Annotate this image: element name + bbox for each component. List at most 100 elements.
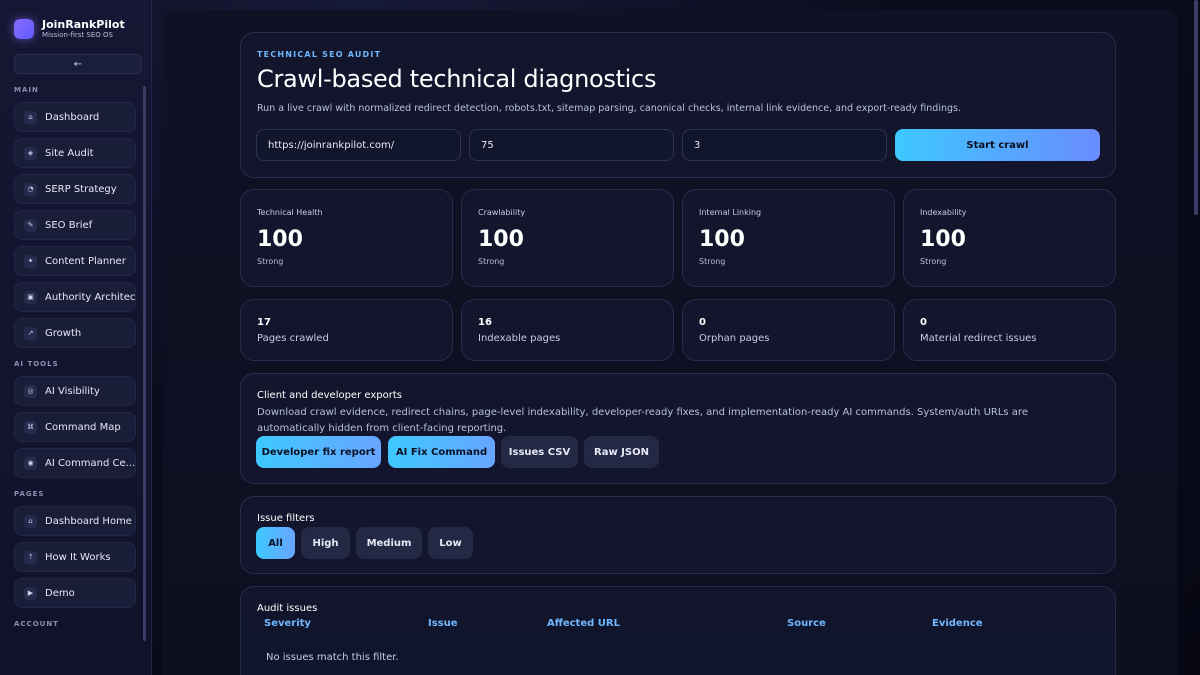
score-status: Strong bbox=[920, 257, 947, 266]
sidebar-item-label: Command Map bbox=[45, 421, 121, 433]
sidebar-item-label: AI Command Ce... bbox=[45, 457, 136, 469]
sidebar-item-label: Demo bbox=[45, 587, 75, 599]
score-status: Strong bbox=[478, 257, 505, 266]
nav-icon: ⌂ bbox=[24, 110, 37, 124]
sidebar-item-content-planner[interactable]: ✦ Content Planner bbox=[14, 246, 136, 276]
sidebar-item-command-map[interactable]: ⌘ Command Map bbox=[14, 412, 136, 442]
stat-value: 16 bbox=[478, 317, 492, 328]
stat-card: 17 Pages crawled bbox=[240, 299, 453, 361]
score-card: Crawlability 100 Strong bbox=[461, 189, 674, 287]
start-crawl-button[interactable]: Start crawl bbox=[895, 129, 1100, 161]
sidebar-item-label: SERP Strategy bbox=[45, 183, 117, 195]
column-header-evidence[interactable]: Evidence bbox=[932, 618, 983, 629]
page-title: Crawl-based technical diagnostics bbox=[257, 65, 657, 93]
sidebar-item-how-it-works[interactable]: ? How It Works bbox=[14, 542, 136, 572]
stat-value: 0 bbox=[920, 317, 927, 328]
column-header-affected-url[interactable]: Affected URL bbox=[547, 618, 620, 629]
filter-all-button[interactable]: All bbox=[256, 527, 295, 559]
score-value: 100 bbox=[699, 227, 745, 252]
nav-icon: ⌂ bbox=[24, 514, 37, 528]
stat-card: 0 Material redirect issues bbox=[903, 299, 1116, 361]
sidebar-item-ai-visibility[interactable]: ◎ AI Visibility bbox=[14, 376, 136, 406]
score-status: Strong bbox=[699, 257, 726, 266]
nav-icon: ◈ bbox=[24, 146, 37, 160]
score-status: Strong bbox=[257, 257, 284, 266]
nav-icon: ◉ bbox=[24, 456, 37, 470]
nav-icon: ✎ bbox=[24, 218, 37, 232]
column-header-severity[interactable]: Severity bbox=[264, 618, 311, 629]
stat-value: 0 bbox=[699, 317, 706, 328]
empty-issues-message: No issues match this filter. bbox=[266, 652, 399, 663]
nav-icon: ? bbox=[24, 550, 37, 564]
sidebar-item-label: Authority Architect bbox=[45, 291, 136, 303]
url-input[interactable]: https://joinrankpilot.com/ bbox=[256, 129, 461, 161]
sidebar-item-label: Dashboard Home bbox=[45, 515, 132, 527]
nav-icon: ▣ bbox=[24, 290, 37, 304]
sidebar-item-label: Site Audit bbox=[45, 147, 94, 159]
sidebar-item-label: SEO Brief bbox=[45, 219, 93, 231]
page-scrollbar[interactable] bbox=[1194, 0, 1198, 215]
filter-medium-button[interactable]: Medium bbox=[356, 527, 422, 559]
brand-logo bbox=[14, 19, 34, 39]
sidebar-item-label: AI Visibility bbox=[45, 385, 100, 397]
sidebar-item-growth[interactable]: ↗ Growth bbox=[14, 318, 136, 348]
nav-icon: ◎ bbox=[24, 384, 37, 398]
sidebar: JoinRankPilot Mission-first SEO OS ← MAI… bbox=[0, 0, 152, 675]
sidebar-item-seo-brief[interactable]: ✎ SEO Brief bbox=[14, 210, 136, 240]
nav-icon: ◔ bbox=[24, 182, 37, 196]
ai-fix-command-button[interactable]: AI Fix Command bbox=[388, 436, 495, 468]
sidebar-item-site-audit[interactable]: ◈ Site Audit bbox=[14, 138, 136, 168]
brand-name: JoinRankPilot bbox=[42, 17, 125, 31]
crawl-depth-input[interactable]: 3 bbox=[682, 129, 887, 161]
raw-json-button[interactable]: Raw JSON bbox=[584, 436, 659, 468]
filters-title: Issue filters bbox=[257, 513, 315, 524]
score-value: 100 bbox=[257, 227, 303, 252]
collapse-sidebar-button[interactable]: ← bbox=[14, 54, 142, 74]
sidebar-scrollbar[interactable] bbox=[143, 86, 146, 641]
stat-label: Indexable pages bbox=[478, 333, 561, 344]
score-value: 100 bbox=[478, 227, 524, 252]
column-header-source[interactable]: Source bbox=[787, 618, 826, 629]
sidebar-item-demo[interactable]: ▶ Demo bbox=[14, 578, 136, 608]
sidebar-section-label: PAGES bbox=[14, 490, 45, 498]
sidebar-item-ai-command-ce[interactable]: ◉ AI Command Ce... bbox=[14, 448, 136, 478]
page-subtitle: Run a live crawl with normalized redirec… bbox=[257, 103, 961, 114]
stat-label: Orphan pages bbox=[699, 333, 770, 344]
sidebar-section-label: AI TOOLS bbox=[14, 360, 59, 368]
score-value: 100 bbox=[920, 227, 966, 252]
sidebar-section-label: ACCOUNT bbox=[14, 620, 59, 628]
filter-high-button[interactable]: High bbox=[301, 527, 350, 559]
sidebar-nav: MAIN ⌂ Dashboard ◈ Site Audit ◔ SERP Strategy ✎… bbox=[14, 86, 137, 628]
sidebar-item-label: Growth bbox=[45, 327, 82, 339]
column-header-issue[interactable]: Issue bbox=[428, 618, 458, 629]
nav-icon: ▶ bbox=[24, 586, 37, 600]
brand-tagline: Mission-first SEO OS bbox=[42, 30, 113, 39]
filter-low-button[interactable]: Low bbox=[428, 527, 473, 559]
developer-fix-report-button[interactable]: Developer fix report bbox=[256, 436, 381, 468]
sidebar-section-label: MAIN bbox=[14, 86, 39, 94]
sidebar-item-label: How It Works bbox=[45, 551, 111, 563]
nav-icon: ✦ bbox=[24, 254, 37, 268]
stat-value: 17 bbox=[257, 317, 271, 328]
sidebar-item-serp-strategy[interactable]: ◔ SERP Strategy bbox=[14, 174, 136, 204]
exports-title: Client and developer exports bbox=[257, 390, 402, 401]
score-card: Indexability 100 Strong bbox=[903, 189, 1116, 287]
eyebrow-label: TECHNICAL SEO AUDIT bbox=[257, 50, 382, 59]
issues-csv-button[interactable]: Issues CSV bbox=[501, 436, 578, 468]
stat-card: 0 Orphan pages bbox=[682, 299, 895, 361]
stat-label: Pages crawled bbox=[257, 333, 329, 344]
score-label: Technical Health bbox=[257, 208, 323, 217]
sidebar-item-label: Content Planner bbox=[45, 255, 126, 267]
nav-icon: ↗ bbox=[24, 326, 37, 340]
score-label: Crawlability bbox=[478, 208, 526, 217]
exports-description: Download crawl evidence, redirect chains… bbox=[257, 407, 1028, 434]
brand[interactable]: JoinRankPilot Mission-first SEO OS bbox=[14, 14, 137, 44]
sidebar-item-authority-architect[interactable]: ▣ Authority Architect bbox=[14, 282, 136, 312]
nav-icon: ⌘ bbox=[24, 420, 37, 434]
sidebar-item-dashboard-home[interactable]: ⌂ Dashboard Home bbox=[14, 506, 136, 536]
score-label: Internal Linking bbox=[699, 208, 762, 217]
score-label: Indexability bbox=[920, 208, 967, 217]
stat-label: Material redirect issues bbox=[920, 333, 1037, 344]
sidebar-item-dashboard[interactable]: ⌂ Dashboard bbox=[14, 102, 136, 132]
max-pages-input[interactable]: 75 bbox=[469, 129, 674, 161]
